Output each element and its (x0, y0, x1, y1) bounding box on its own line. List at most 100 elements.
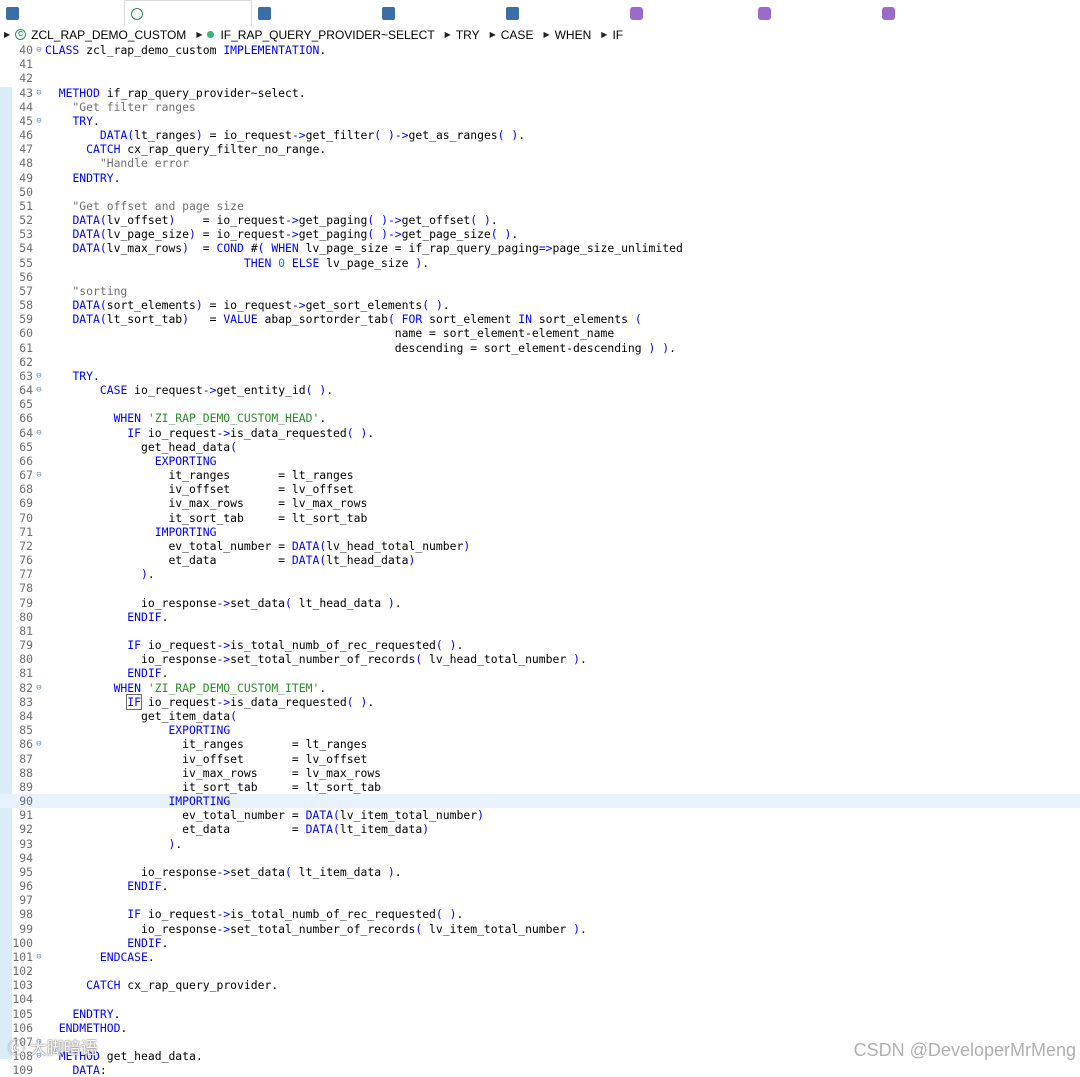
code-line[interactable]: 58 DATA(sort_elements) = io_request->get… (0, 298, 1080, 312)
code-line[interactable]: 64 ⊖ IF io_request->is_data_requested( ). (0, 426, 1080, 440)
code-line[interactable]: 77 ). (0, 567, 1080, 581)
code-line[interactable]: 51 "Get offset and page size (0, 199, 1080, 213)
code-line[interactable]: 80 io_response->set_total_number_of_reco… (0, 652, 1080, 666)
fold-toggle-icon[interactable]: ⊖ (34, 43, 44, 57)
code-line[interactable]: 93 ). (0, 837, 1080, 851)
code-line[interactable]: 41 (0, 57, 1080, 71)
code-line[interactable]: 97 (0, 893, 1080, 907)
tab-3[interactable] (252, 0, 376, 26)
tab-1[interactable] (0, 0, 124, 26)
fold-toggle-icon[interactable]: ⊖ (34, 114, 44, 128)
tab-4[interactable] (376, 0, 500, 26)
code-line[interactable]: 81 ENDIF. (0, 666, 1080, 680)
code-line[interactable]: 66 WHEN 'ZI_RAP_DEMO_CUSTOM_HEAD'. (0, 411, 1080, 425)
breadcrumb-item[interactable]: ▶ IF_RAP_QUERY_PROVIDER~SELECT (192, 28, 434, 42)
breadcrumb-item[interactable]: ▶ TRY (441, 28, 480, 42)
code-line[interactable]: 40 ⊖ CLASS zcl_rap_demo_custom IMPLEMENTAT… (0, 43, 1080, 57)
code-line[interactable]: 96 ENDIF. (0, 879, 1080, 893)
fold-toggle-icon[interactable]: ⊖ (34, 681, 44, 695)
code-line[interactable]: 86 ⊖ it_ranges = lt_ranges (0, 737, 1080, 751)
tab-6[interactable] (624, 0, 752, 26)
code-line[interactable]: 64 ⊖ CASE io_request->get_entity_id( ). (0, 383, 1080, 397)
code-line[interactable]: 79 IF io_request->is_total_numb_of_rec_r… (0, 638, 1080, 652)
code-text: DATA(lt_ranges) = io_request->get_filter… (99, 128, 526, 143)
code-line[interactable]: 87 iv_offset = lv_offset (0, 752, 1080, 766)
code-line[interactable]: 42 (0, 71, 1080, 85)
fold-toggle-icon[interactable]: ⊖ (34, 468, 44, 482)
code-line[interactable]: 53 DATA(lv_page_size) = io_request->get_… (0, 227, 1080, 241)
code-line[interactable]: 80 ENDIF. (0, 610, 1080, 624)
code-line[interactable]: 62 (0, 355, 1080, 369)
code-line[interactable]: 103 CATCH cx_rap_query_provider. (0, 978, 1080, 992)
code-line[interactable]: 76 et_data = DATA(lt_head_data) (0, 553, 1080, 567)
code-line[interactable]: 66 EXPORTING (0, 454, 1080, 468)
breadcrumb-item[interactable]: ▶ CASE (486, 28, 534, 42)
code-line[interactable]: 81 (0, 624, 1080, 638)
code-line[interactable]: 104 (0, 992, 1080, 1006)
fold-toggle-icon[interactable]: ⊖ (34, 369, 44, 383)
code-line[interactable]: 55 THEN 0 ELSE lv_page_size ). (0, 256, 1080, 270)
code-line[interactable]: 45 ⊖ TRY. (0, 114, 1080, 128)
code-line[interactable]: 59 DATA(lt_sort_tab) = VALUE abap_sortor… (0, 312, 1080, 326)
code-line[interactable]: 105 ENDTRY. (0, 1007, 1080, 1021)
code-line[interactable]: 44 "Get filter ranges (0, 100, 1080, 114)
code-line[interactable]: 98 IF io_request->is_total_numb_of_rec_r… (0, 907, 1080, 921)
code-editor[interactable]: 40 ⊖ CLASS zcl_rap_demo_custom IMPLEMENTAT… (0, 43, 1080, 1077)
code-line[interactable]: 50 (0, 185, 1080, 199)
code-line[interactable]: 72 ev_total_number = DATA(lv_head_total_… (0, 539, 1080, 553)
code-line[interactable]: 92 et_data = DATA(lt_item_data) (0, 822, 1080, 836)
code-line[interactable]: 90 IMPORTING (0, 794, 1080, 809)
code-line[interactable]: 82 ⊖ WHEN 'ZI_RAP_DEMO_CUSTOM_ITEM'. (0, 681, 1080, 695)
code-line[interactable]: 57 "sorting (0, 284, 1080, 298)
code-text: it_sort_tab = lt_sort_tab (45, 510, 368, 525)
fold-toggle-icon[interactable]: ⊖ (34, 950, 44, 964)
code-line[interactable]: 109 DATA: (0, 1063, 1080, 1077)
fold-toggle-icon[interactable]: ⊖ (34, 86, 44, 100)
code-line[interactable]: 71 IMPORTING (0, 525, 1080, 539)
code-line[interactable]: 95 io_response->set_data( lt_item_data )… (0, 865, 1080, 879)
code-line[interactable]: 65 (0, 397, 1080, 411)
code-line[interactable]: 56 (0, 270, 1080, 284)
breadcrumb-item[interactable]: ▶ C ZCL_RAP_DEMO_CUSTOM (0, 28, 186, 42)
code-line[interactable]: 49 ENDTRY. (0, 171, 1080, 185)
code-line[interactable]: 69 iv_max_rows = lv_max_rows (0, 496, 1080, 510)
code-line[interactable]: 47 CATCH cx_rap_query_filter_no_range. (0, 142, 1080, 156)
tab-5[interactable] (500, 0, 624, 26)
code-line[interactable]: 60 name = sort_element-element_name (0, 326, 1080, 340)
code-line[interactable]: 52 DATA(lv_offset) = io_request->get_pag… (0, 213, 1080, 227)
fold-toggle-icon[interactable]: ⊖ (34, 383, 44, 397)
code-line[interactable]: 54 DATA(lv_max_rows) = COND #( WHEN lv_p… (0, 241, 1080, 255)
code-line[interactable]: 79 io_response->set_data( lt_head_data )… (0, 596, 1080, 610)
code-line[interactable]: 101 ⊖ ENDCASE. (0, 950, 1080, 964)
fold-toggle-icon[interactable]: ⊖ (34, 426, 44, 440)
code-line[interactable]: 65 get_head_data( (0, 440, 1080, 454)
tabs-overflow-icon[interactable] (1000, 0, 1012, 26)
code-line[interactable]: 102 (0, 964, 1080, 978)
code-line[interactable]: 99 io_response->set_total_number_of_reco… (0, 922, 1080, 936)
breadcrumb-item[interactable]: ▶ IF (597, 28, 623, 42)
code-line[interactable]: 46 DATA(lt_ranges) = io_request->get_fil… (0, 128, 1080, 142)
code-line[interactable]: 106 ENDMETHOD. (0, 1021, 1080, 1035)
code-line[interactable]: 43 ⊖ METHOD if_rap_query_provider~select. (0, 86, 1080, 100)
tab-2[interactable] (124, 0, 252, 26)
code-line[interactable]: 91 ev_total_number = DATA(lv_item_total_… (0, 808, 1080, 822)
ddl-icon (506, 6, 519, 20)
code-line[interactable]: 88 iv_max_rows = lv_max_rows (0, 766, 1080, 780)
code-line[interactable]: 78 (0, 581, 1080, 595)
code-line[interactable]: 63 ⊖ TRY. (0, 369, 1080, 383)
breadcrumb-item[interactable]: ▶ WHEN (539, 28, 591, 42)
code-line[interactable]: 61 descending = sort_element-descending … (0, 341, 1080, 355)
code-line[interactable]: 89 it_sort_tab = lt_sort_tab (0, 780, 1080, 794)
code-line[interactable]: 70 it_sort_tab = lt_sort_tab (0, 511, 1080, 525)
tab-7[interactable] (752, 0, 876, 26)
code-line[interactable]: 85 EXPORTING (0, 723, 1080, 737)
code-line[interactable]: 84 get_item_data( (0, 709, 1080, 723)
fold-toggle-icon[interactable]: ⊖ (34, 737, 44, 751)
code-line[interactable]: 67 ⊖ it_ranges = lt_ranges (0, 468, 1080, 482)
code-line[interactable]: 100 ENDIF. (0, 936, 1080, 950)
tab-8[interactable] (876, 0, 1000, 26)
code-line[interactable]: 83 IF io_request->is_data_requested( ). (0, 693, 1080, 710)
code-line[interactable]: 94 (0, 851, 1080, 865)
code-line[interactable]: 68 iv_offset = lv_offset (0, 482, 1080, 496)
code-line[interactable]: 48 "Handle error (0, 156, 1080, 170)
